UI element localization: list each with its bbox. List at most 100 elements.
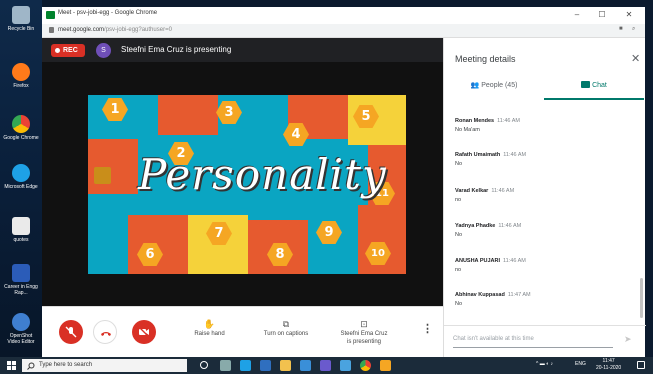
raise-hand-label: Raise hand xyxy=(194,331,225,337)
raise-hand-button[interactable]: ✋ Raise hand xyxy=(187,320,232,338)
tab-people-label: People (45) xyxy=(481,82,518,89)
lock-icon xyxy=(49,27,54,33)
mic-off-button[interactable] xyxy=(59,320,83,344)
chat-icon xyxy=(581,81,591,88)
desktop-icon-label: Recycle Bin xyxy=(7,26,35,32)
desktop-icon-label: Microsoft Edge xyxy=(4,184,38,190)
mail-icon[interactable] xyxy=(300,360,311,371)
message-text: No Ma'am xyxy=(455,127,480,133)
presenting-text: Steefni Ema Cruz is presenting xyxy=(121,45,232,54)
maximize-button[interactable]: ☐ xyxy=(592,8,612,22)
desktop-icon-chrome[interactable]: Google Chrome xyxy=(3,115,39,141)
clock[interactable]: 11:47 20-11-2020 xyxy=(596,358,621,372)
desktop-icon-label: OpenShot Video Editor xyxy=(7,333,35,345)
minimize-button[interactable]: – xyxy=(567,8,587,22)
message-sender: Rafath Umaimath xyxy=(455,152,501,158)
captions-icon: ⧉ xyxy=(282,319,290,329)
chrome-window: Meet - psv-jobi-egg - Google Chrome – ☐ … xyxy=(42,7,646,357)
language-indicator[interactable]: ENG xyxy=(575,361,586,367)
home-icon xyxy=(94,167,111,184)
camera-off-button[interactable] xyxy=(132,320,156,344)
list-item: Ronan Mendes 11:46 AM No Ma'am xyxy=(455,118,520,133)
message-text: no xyxy=(455,197,462,203)
edge-taskbar-icon[interactable] xyxy=(240,360,251,371)
app-icon[interactable] xyxy=(380,360,391,371)
panel-title: Meeting details xyxy=(455,54,516,64)
url-text[interactable]: meet.google.com/psv-jobi-egg?authuser=0 xyxy=(58,27,172,33)
chat-input[interactable]: Chat isn't available at this time xyxy=(453,336,534,342)
list-item: Yadnya Phadke 11:46 AM No xyxy=(455,223,521,238)
recycle-bin-icon xyxy=(12,6,30,24)
hand-icon: ✋ xyxy=(203,319,216,329)
chat-scrollbar[interactable] xyxy=(640,278,643,318)
record-dot-icon xyxy=(55,48,60,53)
close-window-button[interactable]: ✕ xyxy=(619,8,639,22)
message-time: 11:46 AM xyxy=(503,258,526,264)
more-options-icon[interactable]: ⋮ xyxy=(422,324,433,335)
message-sender: Abhinav Kuppasad xyxy=(455,292,505,298)
camera-indicator-icon[interactable]: ■ xyxy=(619,26,623,32)
tray-icons[interactable]: ^ ▬ ◐ ♪ xyxy=(536,361,553,367)
file-explorer-icon[interactable] xyxy=(280,360,291,371)
message-time: 11:46 AM xyxy=(503,152,527,158)
captions-button[interactable]: ⧉ Turn on captions xyxy=(256,320,316,338)
hang-up-icon xyxy=(101,332,111,336)
rec-label: REC xyxy=(63,47,78,54)
list-item: Rafath Umaimath 11:46 AM No xyxy=(455,152,526,167)
address-bar[interactable]: meet.google.com/psv-jobi-egg?authuser=0 … xyxy=(42,24,645,38)
recording-badge: REC xyxy=(51,44,85,57)
desktop-icon-label: Career in Engg Rap... xyxy=(4,284,38,296)
chrome-taskbar-icon[interactable] xyxy=(360,360,371,371)
presenting-label-line1: Steefni Ema Cruz xyxy=(340,331,388,337)
close-panel-icon[interactable]: ✕ xyxy=(631,52,640,65)
camera-off-icon xyxy=(138,326,150,338)
chrome-icon xyxy=(12,115,30,133)
avatar: S xyxy=(96,43,111,58)
meet-favicon-icon xyxy=(46,11,55,19)
message-sender: Yadnya Phadke xyxy=(455,223,496,229)
desktop-icon-quotes[interactable]: quotes xyxy=(3,217,39,243)
presenting-label-line2: is presenting xyxy=(346,339,382,345)
desktop-icon-firefox[interactable]: Firefox xyxy=(3,63,39,89)
list-item: Abhinav Kuppasad 11:47 AM No xyxy=(455,292,531,307)
cortana-icon[interactable] xyxy=(200,361,208,369)
app-icon[interactable] xyxy=(320,360,331,371)
task-view-icon[interactable] xyxy=(220,360,231,371)
desktop-icons: Recycle Bin Firefox Google Chrome Micros… xyxy=(0,0,42,357)
desktop-icon-label: Firefox xyxy=(13,83,29,89)
search-icon xyxy=(27,362,35,370)
taskbar-search[interactable]: Type here to search xyxy=(22,359,187,372)
firefox-icon xyxy=(12,63,30,81)
desktop-icon-openshot[interactable]: OpenShot Video Editor xyxy=(3,313,39,345)
people-icon: 👥 xyxy=(470,82,480,89)
desktop-icon-edge[interactable]: Microsoft Edge xyxy=(3,164,39,190)
url-path: /psv-jobi-egg?authuser=0 xyxy=(104,27,172,33)
url-host: meet.google.com xyxy=(58,27,105,33)
zoom-icon[interactable]: ⌕ xyxy=(632,26,635,33)
desktop-icon-career[interactable]: Career in Engg Rap... xyxy=(3,264,39,296)
tab-chat-label: Chat xyxy=(592,82,607,89)
shared-slide: 1 2 3 4 5 6 7 8 9 10 11 Personality xyxy=(88,95,406,274)
notifications-icon[interactable] xyxy=(637,361,645,369)
message-sender: Ronan Mendes xyxy=(455,118,495,124)
tab-chat[interactable]: Chat xyxy=(544,78,644,100)
chat-messages: Ronan Mendes 11:46 AM No Ma'am Rafath Uma… xyxy=(444,110,642,315)
search-placeholder: Type here to search xyxy=(39,362,93,368)
app-icon[interactable] xyxy=(340,360,351,371)
clock-date: 20-11-2020 xyxy=(596,365,622,371)
message-time: 11:46 AM xyxy=(498,223,522,229)
desktop-icon-recycle-bin[interactable]: Recycle Bin xyxy=(3,6,39,32)
presenting-button[interactable]: ⊡ Steefni Ema Cruz is presenting xyxy=(335,320,393,346)
desktop-icon-label: quotes xyxy=(13,237,29,243)
list-item: Varad Kelkar 11:46 AM no xyxy=(455,188,514,203)
windows-start-icon[interactable] xyxy=(7,361,16,370)
send-icon[interactable]: ➤ xyxy=(624,334,632,345)
store-icon[interactable] xyxy=(260,360,271,371)
word-icon xyxy=(12,264,30,282)
tab-people[interactable]: 👥 People (45) xyxy=(444,78,544,100)
mic-off-icon xyxy=(65,326,77,338)
slide-title: Personality xyxy=(138,150,387,199)
taskbar: Type here to search ^ ▬ ◐ ♪ ENG 11:47 20… xyxy=(0,357,653,374)
hang-up-button[interactable] xyxy=(93,320,117,344)
message-text: No xyxy=(455,232,463,238)
